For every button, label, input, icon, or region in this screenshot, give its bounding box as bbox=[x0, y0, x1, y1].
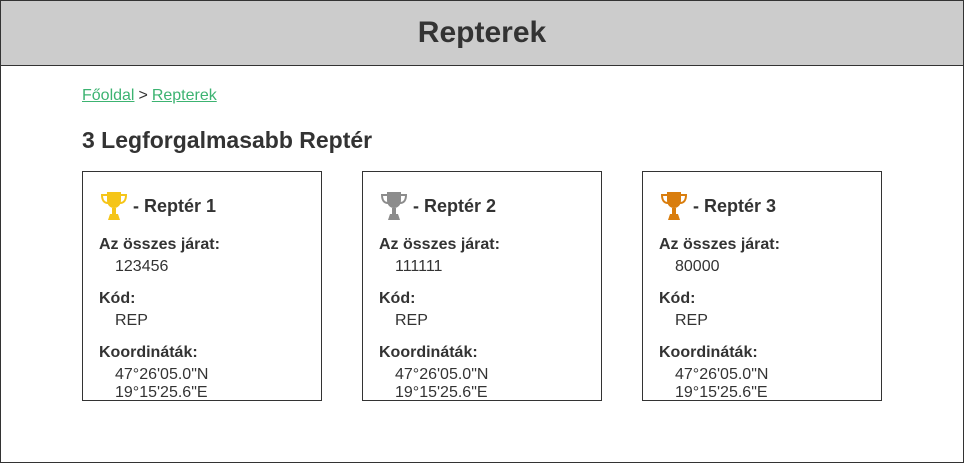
airport-card: - Reptér 2 Az összes járat: 111111 Kód: … bbox=[362, 171, 602, 401]
page-title: Repterek bbox=[417, 16, 547, 49]
flights-label: Az összes járat: bbox=[379, 236, 500, 253]
code-label: Kód: bbox=[99, 290, 136, 307]
airport-name: - Reptér 2 bbox=[413, 195, 497, 216]
airport-name: - Reptér 1 bbox=[133, 195, 217, 216]
code-label: Kód: bbox=[659, 290, 696, 307]
airport-card-title: - Reptér 1 bbox=[99, 190, 305, 222]
breadcrumb-current-link[interactable]: Repterek bbox=[152, 87, 217, 104]
airport-card: - Reptér 1 Az összes járat: 123456 Kód: … bbox=[82, 171, 322, 401]
coords-label: Koordináták: bbox=[99, 344, 198, 361]
breadcrumb: Főoldal > Repterek bbox=[82, 86, 882, 106]
airport-cards: - Reptér 1 Az összes járat: 123456 Kód: … bbox=[82, 171, 882, 401]
code-label: Kód: bbox=[379, 290, 416, 307]
flights-value: 123456 bbox=[115, 258, 169, 275]
code-value: REP bbox=[675, 312, 708, 329]
coords-value: 47°26'05.0"N 19°15'25.6"E bbox=[395, 366, 489, 401]
page-header: Repterek bbox=[1, 1, 963, 66]
coords-label: Koordináták: bbox=[379, 344, 478, 361]
airport-card-title: - Reptér 2 bbox=[379, 190, 585, 222]
coords-value: 47°26'05.0"N 19°15'25.6"E bbox=[675, 366, 769, 401]
code-value: REP bbox=[115, 312, 148, 329]
breadcrumb-separator: > bbox=[138, 87, 148, 104]
airport-card: - Reptér 3 Az összes járat: 80000 Kód: R… bbox=[642, 171, 882, 401]
code-value: REP bbox=[395, 312, 428, 329]
flights-label: Az összes járat: bbox=[99, 236, 220, 253]
airport-card-title: - Reptér 3 bbox=[659, 190, 865, 222]
main-content: Főoldal > Repterek 3 Legforgalmasabb Repté… bbox=[1, 66, 963, 401]
section-title: 3 Legforgalmasabb Reptér bbox=[82, 127, 373, 153]
breadcrumb-home-link[interactable]: Főoldal bbox=[82, 87, 134, 104]
bronze-trophy-icon bbox=[660, 192, 688, 220]
flights-value: 111111 bbox=[395, 258, 443, 275]
gold-trophy-icon bbox=[100, 192, 128, 220]
coords-value: 47°26'05.0"N 19°15'25.6"E bbox=[115, 366, 209, 401]
silver-trophy-icon bbox=[380, 192, 408, 220]
coords-label: Koordináták: bbox=[659, 344, 758, 361]
airport-name: - Reptér 3 bbox=[693, 195, 777, 216]
flights-value: 80000 bbox=[675, 258, 720, 275]
flights-label: Az összes járat: bbox=[659, 236, 780, 253]
